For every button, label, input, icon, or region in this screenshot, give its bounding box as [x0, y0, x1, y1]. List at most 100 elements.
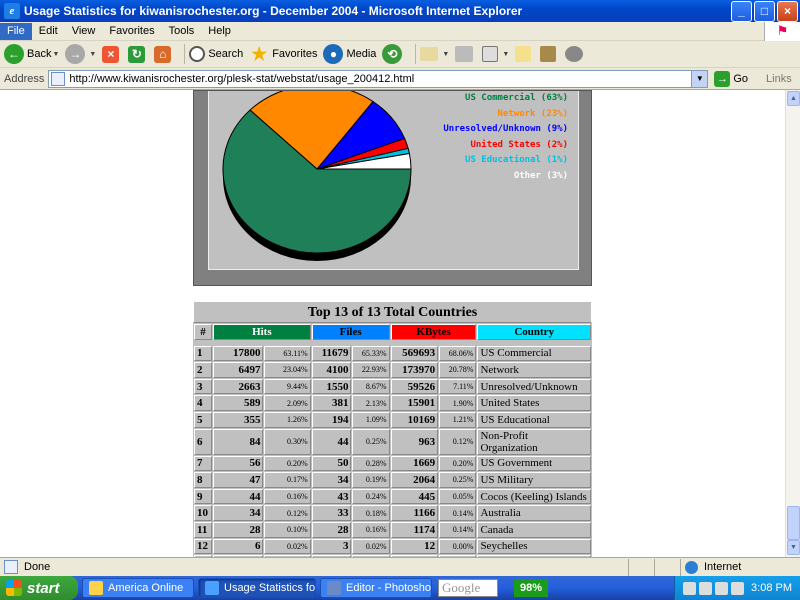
start-button[interactable]: start [0, 576, 78, 600]
minimize-button[interactable]: _ [731, 0, 752, 22]
legend-item: Network (23%) [497, 108, 568, 119]
menu-file[interactable]: File [0, 22, 32, 40]
task-photoshop[interactable]: Editor - Photoshop ... [320, 578, 432, 598]
header-country: Country [477, 324, 591, 340]
media-button[interactable]: ● Media [323, 44, 376, 64]
battery-meter: 98% [514, 579, 549, 597]
row-files-pct: 2.13% [352, 395, 390, 411]
tray-security-icon[interactable] [715, 581, 729, 595]
history-icon: ⟲ [382, 44, 403, 64]
countries-table-panel: Top 13 of 13 Total Countries # Hits File… [193, 301, 592, 557]
search-button[interactable]: Search [189, 46, 243, 62]
address-url[interactable]: http://www.kiwanisrochester.org/plesk-st… [69, 73, 691, 85]
mail-icon [420, 47, 439, 61]
row-kbytes-pct: 7.11% [439, 378, 477, 395]
row-hits: 34 [213, 505, 264, 521]
row-kbytes: 15901 [390, 395, 439, 411]
table-row: 12 6 0.02% 3 0.02% 12 0.00% Seychelles [194, 538, 591, 555]
task-aol[interactable]: America Online [82, 578, 194, 598]
refresh-button[interactable]: ↻ [128, 45, 148, 63]
scroll-up-icon[interactable]: ▲ [787, 91, 800, 106]
tray-network-icon[interactable] [683, 581, 697, 595]
row-kbytes: 2064 [390, 472, 439, 488]
tray-app-icon[interactable] [731, 581, 745, 595]
research-button[interactable] [540, 46, 559, 62]
countries-table: # Hits Files KBytes Country 1 17800 63.11%… [193, 323, 592, 557]
mail-dropdown-icon[interactable]: ▼ [442, 51, 449, 58]
row-rank: 6 [194, 428, 212, 455]
print-icon [455, 46, 474, 62]
row-files-pct: 0.25% [352, 428, 390, 455]
print-button[interactable] [455, 46, 476, 62]
row-files-pct: 0.19% [352, 472, 390, 488]
clock: 3:08 PM [751, 582, 792, 594]
row-country: Cocos (Keeling) Islands [477, 488, 591, 505]
maximize-button[interactable]: □ [754, 0, 775, 22]
row-files-pct: 0.28% [352, 455, 390, 472]
row-kbytes-pct: 0.25% [439, 472, 477, 488]
row-kbytes: 445 [390, 488, 439, 505]
row-files: 1550 [311, 378, 352, 395]
close-button[interactable]: × [777, 0, 798, 22]
edit-button[interactable]: ▼ [482, 46, 509, 62]
stop-button[interactable]: × [102, 45, 122, 63]
tray-volume-icon[interactable] [699, 581, 713, 595]
address-input[interactable]: http://www.kiwanisrochester.org/plesk-st… [48, 69, 709, 88]
row-country: Network [477, 362, 591, 378]
table-caption: Top 13 of 13 Total Countries [193, 301, 592, 323]
windows-flag-icon [6, 580, 22, 596]
row-country: United States [477, 395, 591, 411]
vertical-scrollbar[interactable]: ▲ ▼ [785, 90, 800, 557]
go-label: Go [733, 72, 749, 85]
discuss-button[interactable] [515, 46, 534, 62]
menu-help[interactable]: Help [201, 23, 238, 40]
row-files-pct: 22.93% [352, 362, 390, 378]
row-country: US Commercial [477, 345, 591, 362]
back-arrow-icon: ← [4, 44, 24, 64]
history-button[interactable]: ⟲ [382, 44, 405, 64]
scroll-down-icon[interactable]: ▼ [787, 540, 800, 555]
task-ie[interactable]: Usage Statistics for ... [198, 578, 316, 598]
menu-view[interactable]: View [65, 23, 103, 40]
links-button[interactable]: Links [766, 73, 792, 85]
row-hits: 44 [213, 488, 264, 505]
favorites-button[interactable]: ★ Favorites [249, 44, 317, 64]
page-content: US Commercial (63%) Network (23%) Unresolv… [0, 90, 785, 557]
table-row: 10 34 0.12% 33 0.18% 1166 0.14% Australia [194, 505, 591, 521]
address-dropdown-icon[interactable]: ▼ [691, 70, 708, 87]
header-files: Files [311, 324, 390, 340]
row-kbytes: 1669 [390, 455, 439, 472]
row-kbytes-pct: 1.90% [439, 395, 477, 411]
menu-tools[interactable]: Tools [162, 23, 202, 40]
home-button[interactable]: ⌂ [154, 45, 174, 63]
legend-item: US Commercial (63%) [465, 93, 568, 103]
google-search-input[interactable]: Google [438, 579, 498, 597]
row-files-pct: 0.16% [352, 521, 390, 538]
row-kbytes: 1174 [390, 521, 439, 538]
legend-item: United States (2%) [470, 139, 568, 150]
menu-edit[interactable]: Edit [32, 23, 65, 40]
messenger-button[interactable] [565, 46, 586, 62]
page-icon [51, 71, 66, 86]
row-country: Australia [477, 505, 591, 521]
go-button[interactable]: → Go [714, 70, 749, 87]
row-kbytes-pct: 0.14% [439, 505, 477, 521]
back-dropdown-icon[interactable]: ▼ [52, 51, 59, 58]
row-hits: 17800 [213, 345, 264, 362]
row-rank: 7 [194, 455, 212, 472]
forward-dropdown-icon[interactable]: ▼ [89, 51, 96, 58]
edit-dropdown-icon[interactable]: ▼ [502, 51, 509, 58]
scroll-thumb[interactable] [787, 506, 800, 540]
table-row: 6 84 0.30% 44 0.25% 963 0.12% Non-Profit Organi… [194, 428, 591, 455]
home-icon: ⌂ [154, 45, 172, 63]
row-kbytes: 12 [390, 538, 439, 555]
back-button[interactable]: ← Back ▼ [4, 44, 59, 64]
forward-button[interactable]: → ▼ [65, 44, 96, 64]
mail-button[interactable]: ▼ [420, 47, 449, 61]
favorites-label: Favorites [272, 48, 318, 60]
menu-favorites[interactable]: Favorites [102, 23, 161, 40]
status-cell [654, 558, 680, 576]
legend-item: Other (3%) [513, 170, 568, 181]
media-label: Media [346, 48, 377, 60]
row-hits-pct: 0.20% [264, 455, 311, 472]
